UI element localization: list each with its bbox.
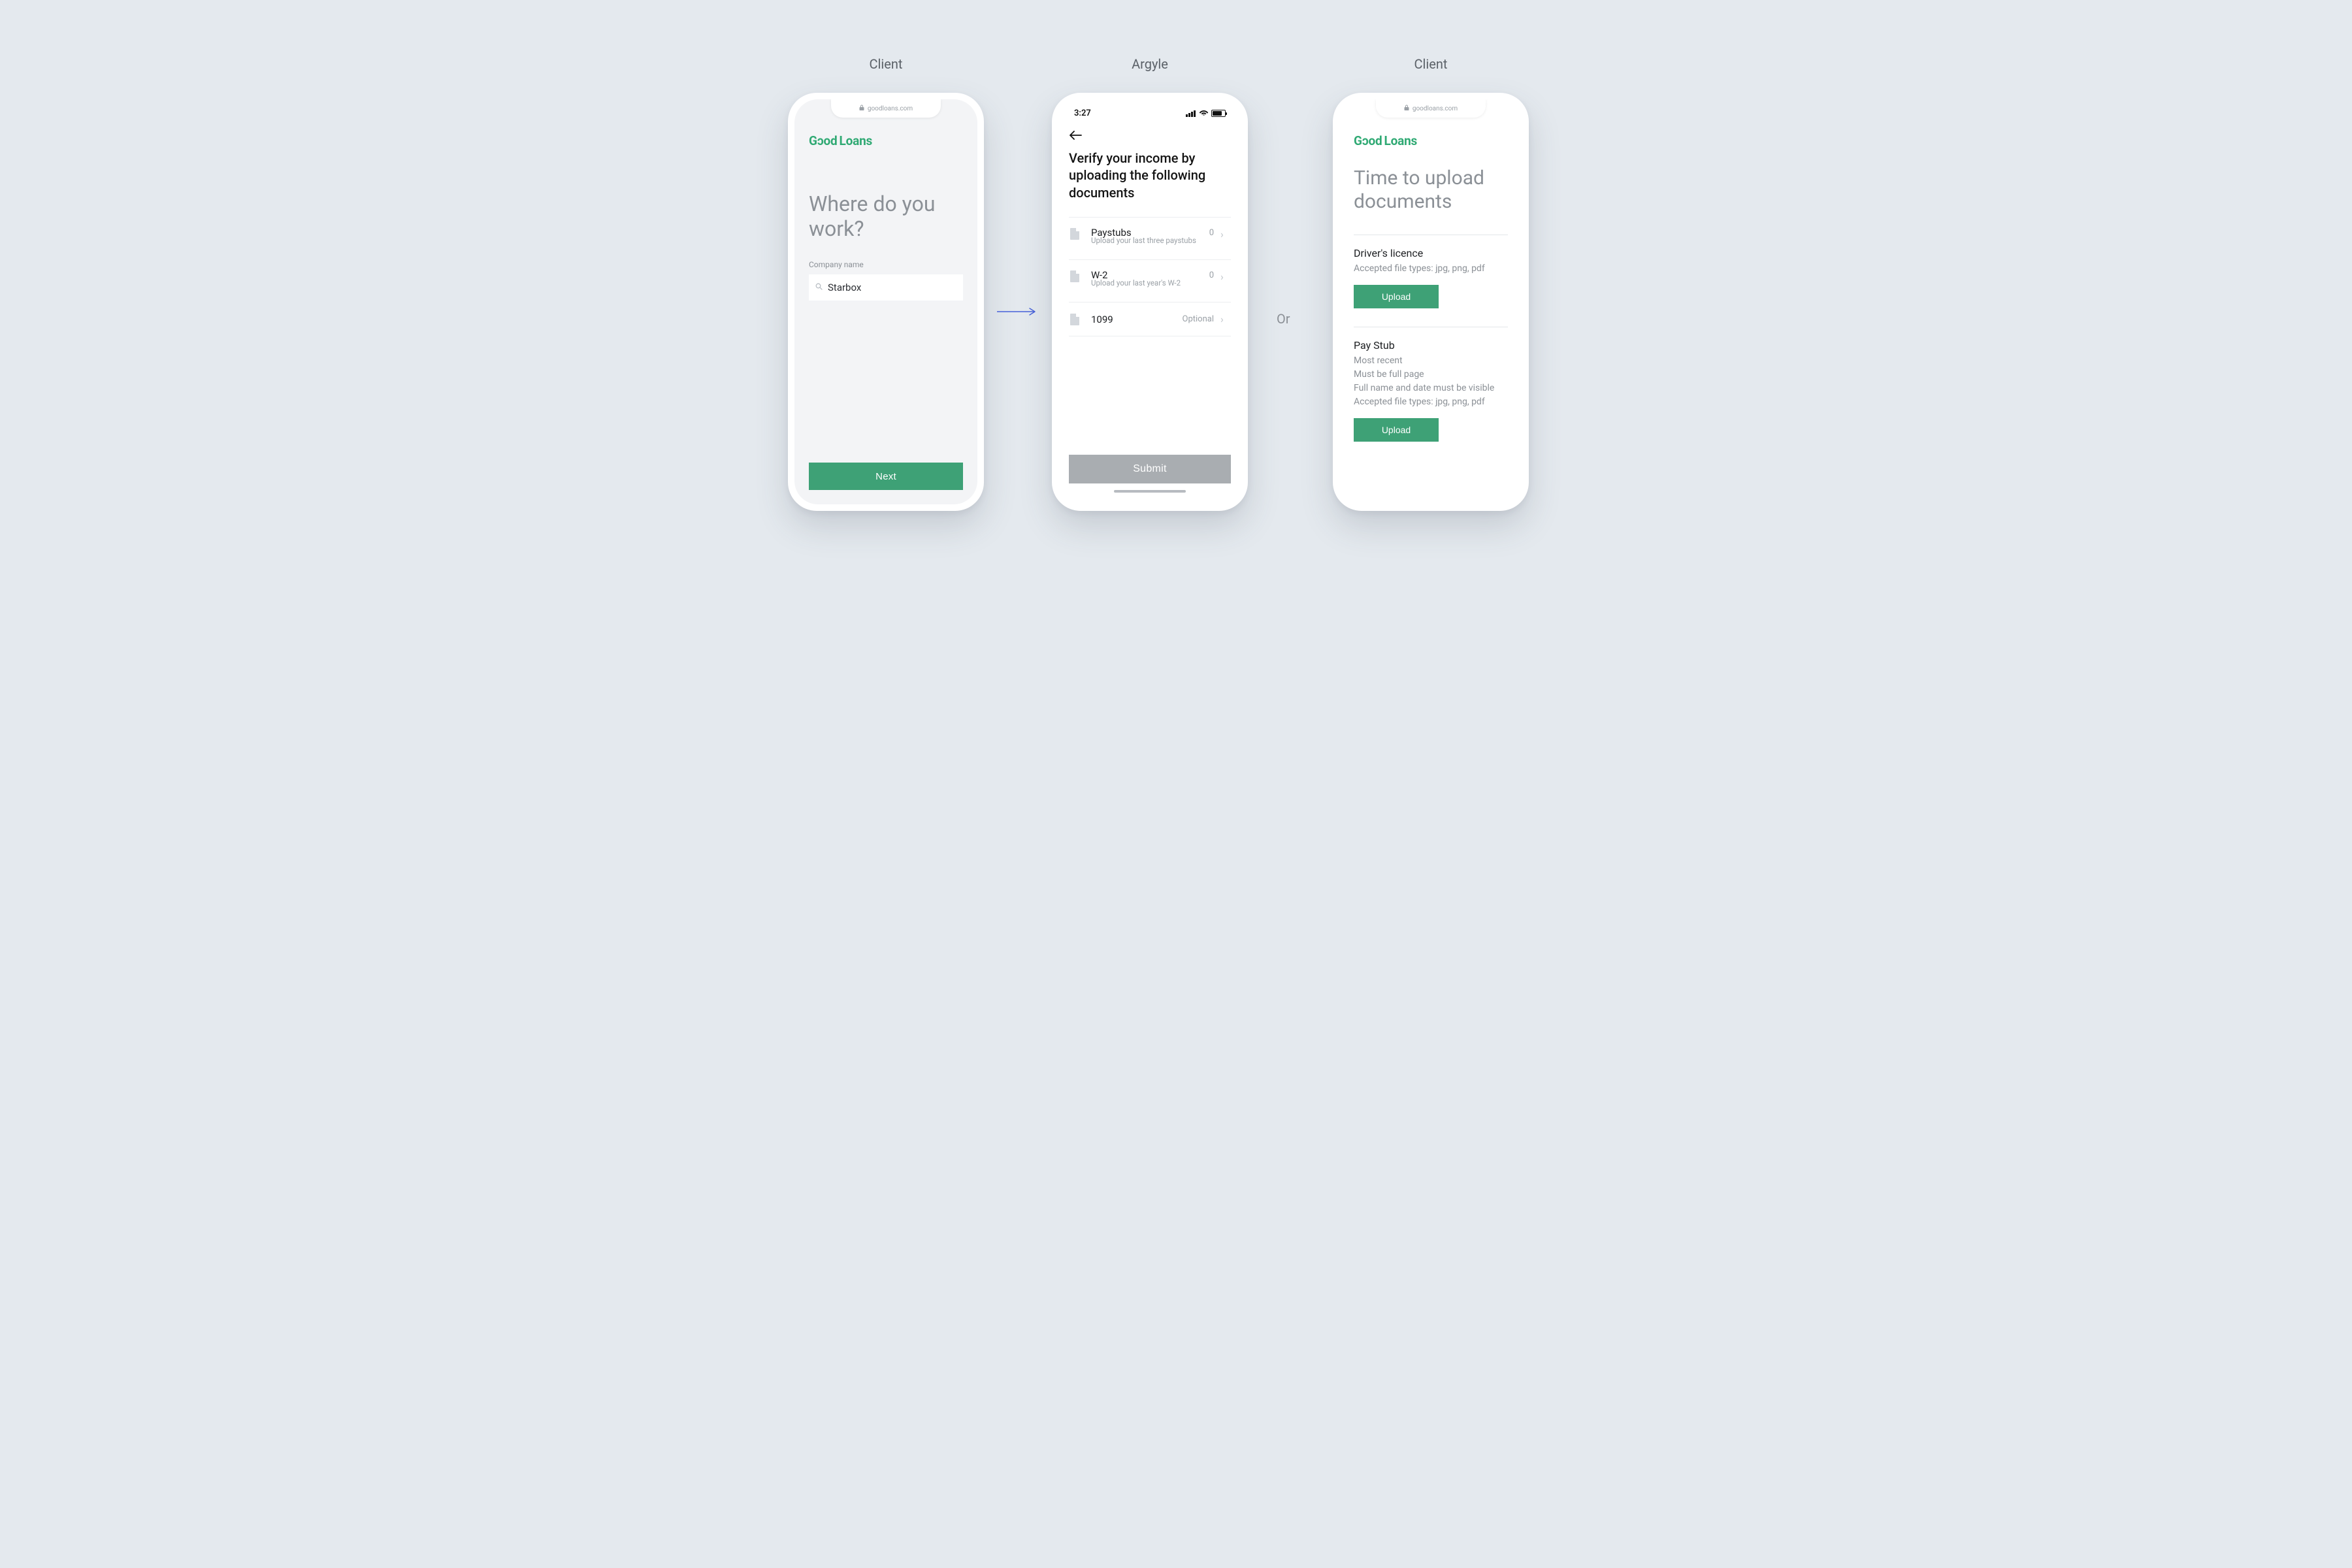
doc-row-paystubs[interactable]: Paystubs Upload your last three paystubs… [1069,218,1231,260]
section-title: Pay Stub [1354,339,1508,351]
next-button[interactable]: Next [809,463,963,490]
chevron-right-icon: › [1220,270,1230,283]
search-icon [815,283,823,292]
doc-row-w2[interactable]: W-2 Upload your last year's W-2 0 › [1069,260,1231,302]
screen1-heading: Where do you work? [809,191,963,242]
canvas: Client Argyle Client goodloans.com GcodL… [706,0,1646,627]
flow-arrow-icon [997,311,1039,312]
file-icon [1070,314,1079,325]
phone-client-upload: goodloans.com GcodLoans Time to upload d… [1333,93,1529,511]
upload-section-licence: Driver's licence Accepted file types: jp… [1354,235,1508,308]
section-line: Full name and date must be visible [1354,382,1508,395]
document-list: Paystubs Upload your last three paystubs… [1069,217,1231,336]
doc-count: 0 [1209,228,1214,238]
chevron-right-icon: › [1220,313,1230,325]
back-button[interactable] [1069,127,1231,143]
url-text: goodloans.com [868,105,913,112]
column-label-client-1: Client [788,56,984,72]
section-line: Must be full page [1354,368,1508,382]
doc-subtitle: Upload your last year's W-2 [1091,278,1203,287]
column-label-argyle: Argyle [1052,56,1248,72]
phone-argyle-verify: 3:27 Verify your income by uploading the… [1052,93,1248,511]
wifi-icon [1199,108,1209,118]
url-text: goodloans.com [1413,105,1458,112]
address-bar: goodloans.com [1376,99,1486,118]
status-time: 3:27 [1074,108,1091,118]
cell-signal-icon [1186,110,1196,117]
column-label-client-2: Client [1333,56,1529,72]
or-label: Or [1277,311,1290,327]
section-line: Accepted file types: jpg, png, pdf [1354,262,1508,276]
status-bar: 3:27 [1069,108,1231,121]
company-name-label: Company name [809,260,963,269]
address-bar: goodloans.com [831,99,941,118]
section-title: Driver's licence [1354,247,1508,259]
file-icon [1070,228,1079,240]
doc-subtitle: Upload your last three paystubs [1091,236,1203,245]
file-icon [1070,270,1079,282]
screen2-heading: Verify your income by uploading the foll… [1069,150,1231,201]
phone-client-workplace: goodloans.com GcodLoans Where do you wor… [788,93,984,511]
section-line: Most recent [1354,354,1508,368]
company-name-input[interactable]: Starbox [809,274,963,301]
doc-optional: Optional [1183,314,1214,324]
brand-logo: GcodLoans [809,133,963,148]
lock-icon [859,105,864,112]
upload-section-paystub: Pay Stub Most recent Must be full page F… [1354,327,1508,442]
upload-button-licence[interactable]: Upload [1354,285,1439,308]
upload-button-paystub[interactable]: Upload [1354,418,1439,442]
screen3-heading: Time to upload documents [1354,167,1508,214]
doc-title: 1099 [1091,314,1176,325]
section-line: Accepted file types: jpg, png, pdf [1354,395,1508,409]
chevron-right-icon: › [1220,228,1230,240]
home-indicator [1114,490,1186,493]
submit-button[interactable]: Submit [1069,455,1231,483]
company-name-value: Starbox [828,282,861,293]
battery-icon [1211,110,1226,117]
doc-count: 0 [1209,270,1214,280]
brand-logo: GcodLoans [1354,133,1508,148]
lock-icon [1404,105,1409,112]
doc-row-1099[interactable]: 1099 Optional › [1069,302,1231,336]
